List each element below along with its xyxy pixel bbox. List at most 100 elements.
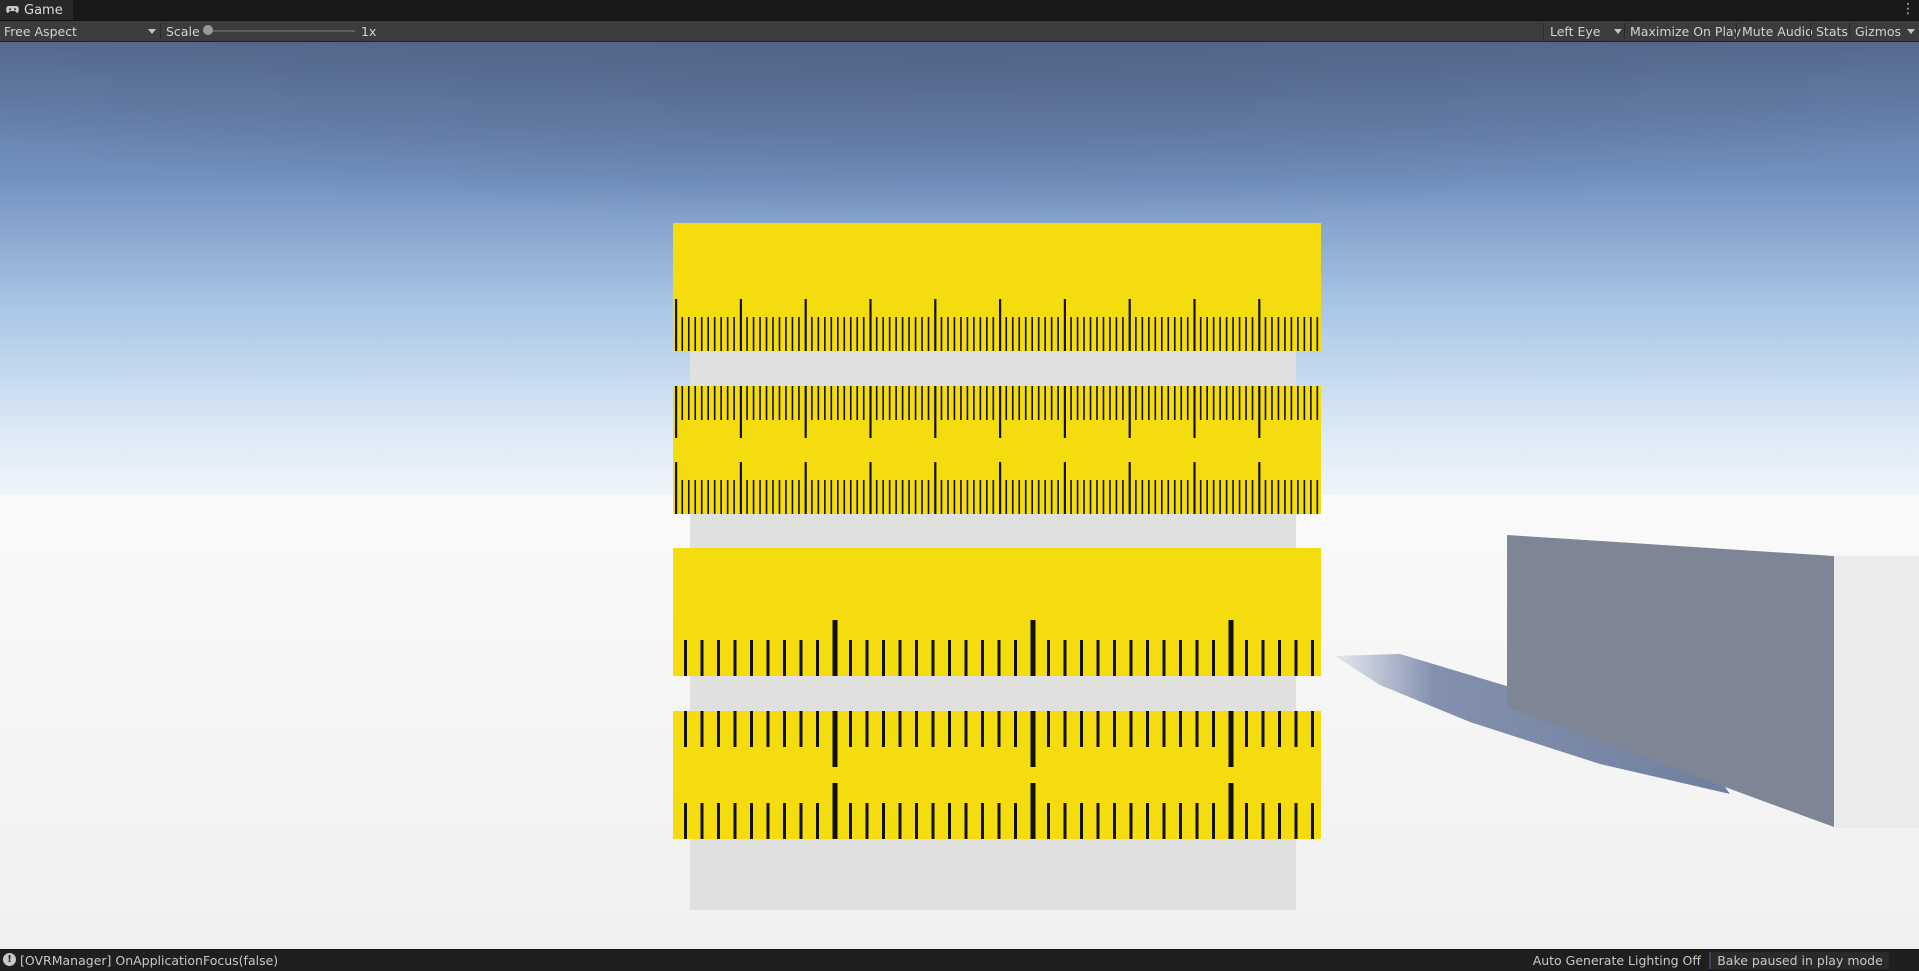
ruler-tick (750, 640, 753, 676)
bake-status[interactable]: Bake paused in play mode (1709, 952, 1889, 969)
ruler-tick (1096, 386, 1098, 420)
ruler-tick (1047, 711, 1050, 747)
ruler-tick (1245, 317, 1247, 351)
ruler-tick (849, 480, 852, 514)
eye-dropdown-label: Left Eye (1550, 23, 1601, 39)
ruler-tick (726, 317, 729, 351)
ruler-tick (785, 386, 787, 420)
ruler-tick (733, 640, 737, 676)
ruler-tick (1113, 640, 1116, 676)
ruler-tick (717, 640, 720, 676)
ruler-tick (772, 317, 774, 351)
maximize-on-play-toggle[interactable]: Maximize On Play (1630, 21, 1741, 41)
ruler-tick (960, 317, 962, 351)
ruler-tick (1057, 317, 1059, 351)
ruler-tick (1044, 317, 1046, 351)
ruler-tick (1179, 803, 1182, 839)
ruler-tick (1115, 317, 1118, 351)
ruler-tick (717, 711, 720, 747)
ruler-tick (915, 640, 918, 676)
ruler-tick (849, 386, 852, 420)
ruler-tick (1284, 317, 1286, 351)
ruler-tick (700, 711, 704, 747)
lighting-status[interactable]: Auto Generate Lighting Off (1533, 950, 1701, 971)
ruler-tick (1115, 386, 1118, 420)
ruler-tick (1294, 711, 1298, 747)
ruler-tick (1044, 480, 1046, 514)
game-viewport[interactable] (0, 42, 1919, 949)
toolbar-divider (160, 23, 161, 39)
ruler-tick (986, 317, 988, 351)
kebab-menu-icon[interactable]: ⋮ (1901, 1, 1915, 17)
ruler-tick (849, 803, 852, 839)
ruler-tick (882, 480, 884, 514)
ruler-tick (979, 386, 982, 420)
scene-render (0, 42, 1919, 949)
ruler-tick (948, 803, 951, 839)
ruler-tick (953, 317, 956, 351)
ruler-tick (1310, 480, 1312, 514)
ruler-tick (843, 386, 846, 420)
ruler-tick (927, 386, 930, 420)
ruler-tick (927, 317, 930, 351)
ruler-tick (837, 317, 839, 351)
ruler-tick (1238, 317, 1241, 351)
ruler-tick (1154, 480, 1157, 514)
ruler-tick (1195, 803, 1199, 839)
aspect-dropdown[interactable]: Free Aspect (0, 21, 160, 41)
ruler-tick (1219, 317, 1221, 351)
scale-value: 1x (361, 23, 377, 39)
ruler-tick (765, 317, 768, 351)
ruler-tick (816, 640, 819, 676)
ruler-tick (766, 711, 770, 747)
ruler-tick (1199, 317, 1202, 351)
ruler-tick (973, 480, 975, 514)
mute-audio-toggle[interactable]: Mute Audio (1742, 21, 1813, 41)
ruler-tick (960, 480, 962, 514)
ruler-tick (1186, 386, 1189, 420)
ruler-tick (837, 386, 839, 420)
ruler-tick (700, 386, 703, 420)
ruler-tick (1245, 640, 1248, 676)
ruler-tick (1225, 480, 1228, 514)
ruler-tick (1122, 317, 1124, 351)
ruler-tick (733, 711, 737, 747)
ruler-tick (882, 317, 884, 351)
ruler-tick (1005, 480, 1008, 514)
ruler-tick (681, 480, 684, 514)
eye-dropdown[interactable]: Left Eye (1550, 21, 1622, 41)
scale-slider-thumb[interactable] (203, 25, 213, 35)
ruler-tick (1047, 803, 1050, 839)
ruler-major-tick (869, 462, 872, 514)
ruler-tick (1141, 317, 1144, 351)
ruler-tick (1089, 386, 1092, 420)
ruler-tick (1148, 317, 1150, 351)
ruler-tick (1310, 317, 1312, 351)
ruler-tick (1212, 480, 1215, 514)
ruler-tick (1161, 317, 1163, 351)
console-message[interactable]: [OVRManager] OnApplicationFocus(false) (20, 950, 278, 971)
scale-slider-track[interactable] (207, 30, 355, 32)
ruler-tick (1024, 317, 1027, 351)
ruler-tick (1206, 386, 1208, 420)
ruler-tick (1031, 480, 1033, 514)
tab-game[interactable]: Game (0, 0, 73, 20)
ruler-tick (1251, 480, 1254, 514)
ruler-tick (1113, 711, 1116, 747)
ruler-tick (882, 640, 885, 676)
gizmos-dropdown[interactable]: Gizmos (1855, 21, 1917, 41)
ruler-tick (759, 317, 761, 351)
ruler-tick (1277, 386, 1280, 420)
ruler-tick (1050, 480, 1053, 514)
ruler-tick (700, 803, 704, 839)
ruler-tick (908, 386, 910, 420)
ruler-tick (1146, 711, 1149, 747)
ruler-tick (791, 386, 794, 420)
ruler-tick (681, 317, 684, 351)
ruler-tick (1297, 386, 1299, 420)
ruler-tick (1167, 317, 1170, 351)
ruler-tick (772, 386, 774, 420)
stats-toggle[interactable]: Stats (1816, 21, 1848, 41)
ruler-tick (865, 803, 869, 839)
ruler-tick (1018, 386, 1021, 420)
